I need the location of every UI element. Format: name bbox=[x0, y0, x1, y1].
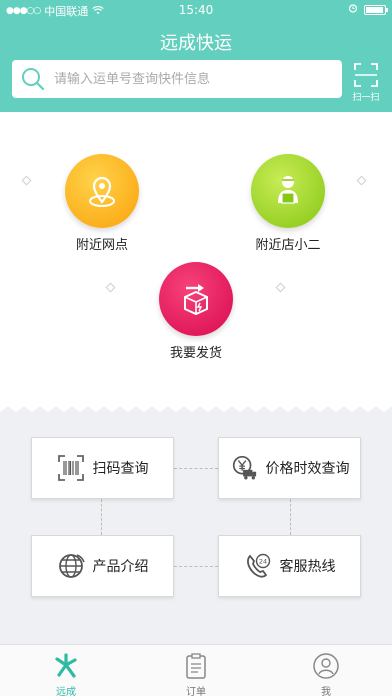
connector-line bbox=[101, 499, 102, 535]
service-label: 产品介绍 bbox=[92, 559, 149, 575]
alarm-icon bbox=[348, 3, 358, 16]
package-send-icon bbox=[159, 262, 233, 336]
decor-diamond bbox=[356, 175, 367, 186]
24h-phone-icon: 24 bbox=[244, 552, 272, 580]
nearby-outlets-button[interactable]: 附近网点 bbox=[55, 154, 149, 253]
scan-label: 扫一扫 bbox=[352, 93, 380, 103]
globe-icon bbox=[57, 552, 85, 580]
tab-label: 订单 bbox=[186, 687, 206, 696]
service-label: 价格时效查询 bbox=[265, 461, 350, 477]
send-package-button[interactable]: 我要发货 bbox=[148, 262, 244, 361]
home-logo-icon bbox=[51, 651, 81, 681]
status-time: 15:40 bbox=[178, 3, 214, 17]
search-bar[interactable] bbox=[12, 60, 342, 98]
search-icon bbox=[20, 66, 46, 92]
nearby-courier-button[interactable]: 附近店小二 bbox=[239, 154, 337, 253]
customer-hotline-button[interactable]: 24 客服热线 bbox=[218, 535, 361, 597]
feature-area: 附近网点 附近店小二 我要发货 bbox=[0, 112, 392, 400]
barcode-scan-icon bbox=[57, 454, 85, 482]
order-clipboard-icon bbox=[181, 651, 211, 681]
scan-query-button[interactable]: 扫码查询 bbox=[31, 437, 174, 499]
price-time-query-button[interactable]: 价格时效查询 bbox=[218, 437, 361, 499]
page-title: 远成快运 bbox=[160, 33, 232, 54]
svg-text:24: 24 bbox=[258, 558, 266, 566]
tab-label: 远成 bbox=[56, 687, 76, 696]
feature-label: 附近店小二 bbox=[255, 238, 321, 253]
connector-line bbox=[174, 468, 218, 469]
tab-me[interactable]: 我 bbox=[286, 651, 366, 696]
battery-icon bbox=[364, 4, 388, 15]
location-pin-icon bbox=[65, 154, 139, 228]
decor-diamond bbox=[21, 175, 32, 186]
decor-diamond bbox=[275, 282, 286, 293]
service-label: 扫码查询 bbox=[92, 461, 149, 477]
tab-orders[interactable]: 订单 bbox=[156, 651, 236, 696]
search-input[interactable] bbox=[54, 71, 324, 87]
zigzag-divider bbox=[0, 400, 392, 412]
connector-line bbox=[290, 499, 291, 535]
tab-label: 我 bbox=[321, 687, 331, 696]
scan-button[interactable]: 扫一扫 bbox=[346, 62, 386, 103]
product-intro-button[interactable]: 产品介绍 bbox=[31, 535, 174, 597]
connector-line bbox=[174, 566, 218, 567]
feature-label: 附近网点 bbox=[75, 238, 128, 253]
status-bar: ●●●○○ 中国联通 15:40 bbox=[0, 0, 392, 20]
profile-icon bbox=[311, 651, 341, 681]
courier-icon bbox=[251, 154, 325, 228]
bottom-tab-bar: 远成 订单 我 bbox=[0, 644, 392, 696]
decor-diamond bbox=[105, 282, 116, 293]
app-header: ●●●○○ 中国联通 15:40 远成快运 扫一扫 bbox=[0, 0, 392, 112]
price-delivery-icon bbox=[230, 454, 258, 482]
tab-yuancheng[interactable]: 远成 bbox=[26, 651, 106, 696]
service-label: 客服热线 bbox=[279, 559, 336, 575]
feature-label: 我要发货 bbox=[169, 346, 222, 361]
